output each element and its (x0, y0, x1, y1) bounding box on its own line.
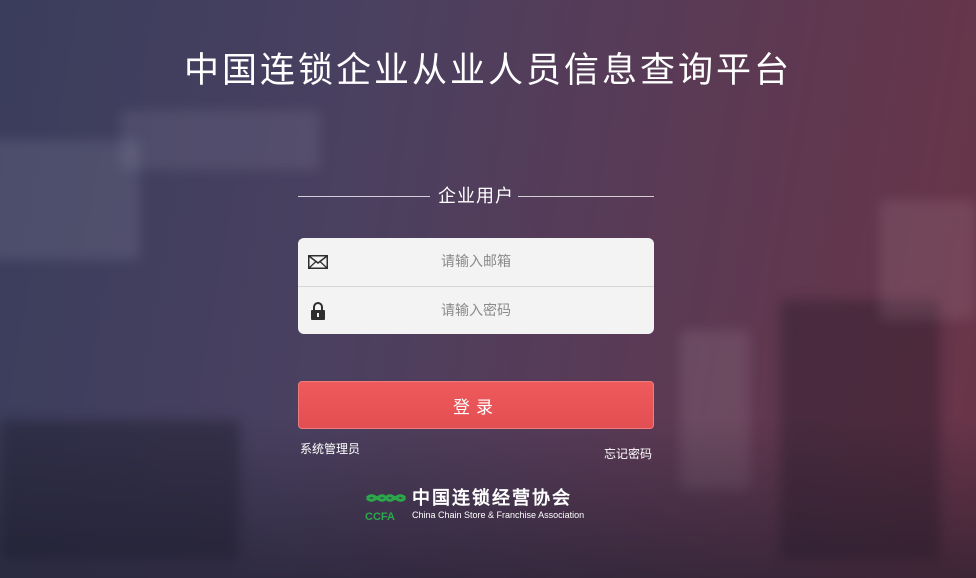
logo-text: 中国连锁经营协会 China Chain Store & Franchise A… (412, 489, 584, 521)
forgot-password-link[interactable]: 忘记密码 (604, 445, 652, 462)
password-input[interactable] (298, 287, 654, 334)
background-blur-shape (120, 110, 320, 170)
lock-icon (308, 301, 328, 321)
email-row (298, 238, 654, 286)
logo-abbr: CCFA (365, 511, 395, 522)
admin-login-link[interactable]: 系统管理员 (300, 440, 360, 457)
footer-logo: CCFA 中国连锁经营协会 China Chain Store & Franch… (364, 487, 584, 524)
logo-chinese-name: 中国连锁经营协会 (412, 488, 572, 509)
login-button[interactable]: 登录 (298, 381, 654, 429)
ccfa-logo-icon: CCFA (364, 488, 408, 523)
background-blur-shape (0, 140, 140, 260)
section-title: 企业用户 (438, 186, 514, 207)
envelope-icon (308, 252, 328, 272)
login-form (298, 238, 654, 334)
section-header: 企业用户 (298, 182, 654, 210)
page-title: 中国连锁企业从业人员信息查询平台 (183, 51, 792, 91)
background-blur-shape (880, 200, 976, 320)
email-input[interactable] (298, 238, 654, 286)
password-row (298, 286, 654, 334)
logo-english-name: China Chain Store & Franchise Associatio… (412, 510, 585, 520)
divider-right (518, 196, 654, 197)
